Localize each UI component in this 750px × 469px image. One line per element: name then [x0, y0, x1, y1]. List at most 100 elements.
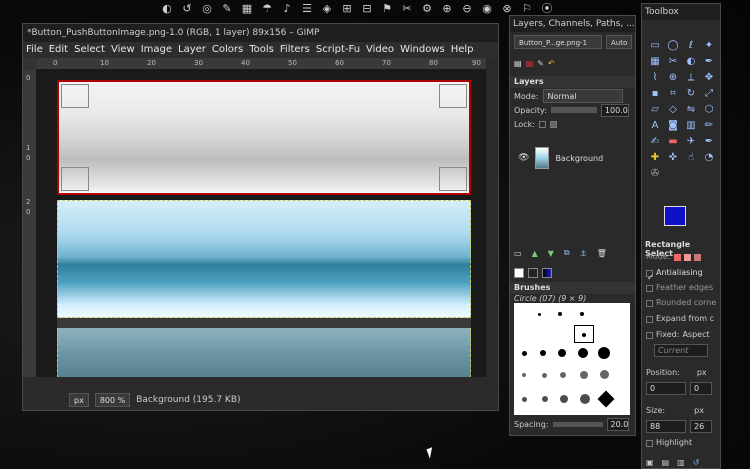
app-icon[interactable]: ▦: [240, 2, 254, 15]
selection-handle[interactable]: [439, 167, 467, 191]
app-icon[interactable]: ♪: [280, 2, 294, 15]
size-w-field[interactable]: 88: [646, 420, 686, 433]
horizontal-scrollbar[interactable]: [37, 377, 486, 387]
paths-tab-icon[interactable]: ✎: [537, 59, 544, 68]
expand-checkbox[interactable]: [646, 315, 653, 323]
image-select[interactable]: Button_P...ge.png-1: [514, 35, 602, 49]
app-icon[interactable]: ⊗: [500, 2, 514, 15]
lower-layer-icon[interactable]: ▼: [548, 249, 554, 258]
mode-subtract-icon[interactable]: [693, 253, 701, 261]
new-layer-icon[interactable]: ▭: [514, 249, 522, 258]
eye-icon[interactable]: 👁: [518, 153, 529, 163]
image-content[interactable]: [53, 78, 473, 377]
anchor-layer-icon[interactable]: ⚓: [580, 249, 587, 258]
vertical-scrollbar[interactable]: [486, 70, 498, 377]
save-options-icon[interactable]: ▣: [646, 458, 654, 467]
text-icon[interactable]: A: [646, 118, 664, 134]
bucket-fill-icon[interactable]: ◙: [664, 118, 682, 134]
opacity-value[interactable]: 100.0: [600, 103, 629, 117]
undo-tab-icon[interactable]: ↶: [548, 59, 555, 68]
menu-layer[interactable]: Layer: [175, 42, 209, 58]
selection-handle[interactable]: [61, 84, 89, 108]
selection-handle[interactable]: [439, 84, 467, 108]
delete-layer-icon[interactable]: 🗑: [597, 249, 607, 258]
restore-options-icon[interactable]: ▤: [662, 458, 670, 467]
color-select-icon[interactable]: ▦: [646, 54, 664, 70]
zoom-select[interactable]: 800 %: [94, 392, 131, 407]
foreground-color-swatch[interactable]: [664, 206, 686, 226]
fixed-checkbox[interactable]: [646, 331, 653, 339]
smudge-icon[interactable]: ☝: [682, 150, 700, 166]
horizontal-ruler[interactable]: 0 10 20 30 40 50 60 70 80 90: [37, 58, 486, 70]
rect-select-icon[interactable]: ▭: [646, 38, 664, 54]
raise-layer-icon[interactable]: ▲: [532, 249, 538, 258]
app-icon[interactable]: ⊟: [360, 2, 374, 15]
duplicate-layer-icon[interactable]: ⧉: [564, 248, 570, 258]
color-picker-icon[interactable]: ⌇: [646, 70, 664, 86]
mode-replace-icon[interactable]: [673, 253, 681, 261]
size-unit[interactable]: px: [694, 404, 704, 418]
position-unit[interactable]: px: [697, 366, 707, 380]
app-icon[interactable]: ⚐: [520, 2, 534, 15]
menu-file[interactable]: File: [23, 42, 46, 58]
heal-icon[interactable]: ✜: [664, 150, 682, 166]
antialiasing-checkbox[interactable]: ✓: [646, 269, 654, 282]
zoom-icon[interactable]: ⊕: [664, 70, 682, 86]
app-icon[interactable]: ⊖: [460, 2, 474, 15]
image-canvas[interactable]: [37, 70, 486, 377]
app-icon[interactable]: ☂: [260, 2, 274, 15]
paths-icon[interactable]: ✒: [700, 54, 718, 70]
opacity-slider[interactable]: [550, 107, 597, 113]
brush-grid[interactable]: [514, 303, 630, 415]
app-icon[interactable]: ✂: [400, 2, 414, 15]
shear-icon[interactable]: ▱: [646, 102, 664, 118]
eraser-icon[interactable]: ▬: [664, 134, 682, 150]
app-icon[interactable]: ◐: [160, 2, 174, 15]
brushes-tab-icon[interactable]: [514, 268, 524, 278]
spacing-value[interactable]: 20.0: [606, 417, 629, 431]
position-x-field[interactable]: 0: [646, 382, 686, 395]
position-y-field[interactable]: 0: [690, 382, 712, 395]
patterns-tab-icon[interactable]: [528, 268, 538, 278]
reset-options-icon[interactable]: ↺: [693, 458, 700, 467]
lock-alpha-checkbox[interactable]: [549, 120, 557, 128]
cage-icon[interactable]: ⬡: [700, 102, 718, 118]
feather-checkbox[interactable]: [646, 284, 653, 292]
foreground-select-icon[interactable]: ◐: [682, 54, 700, 70]
dodge-burn-icon[interactable]: ◔: [700, 150, 718, 166]
pencil-icon[interactable]: ✏: [700, 118, 718, 134]
mode-select[interactable]: Normal: [542, 89, 623, 103]
highlight-checkbox[interactable]: [646, 439, 653, 447]
menu-edit[interactable]: Edit: [46, 42, 71, 58]
menu-image[interactable]: Image: [138, 42, 175, 58]
auto-button[interactable]: Auto: [606, 35, 633, 49]
gradients-tab-icon[interactable]: [542, 268, 552, 278]
layer-row-background[interactable]: 👁 Background: [518, 144, 630, 172]
scale-icon[interactable]: ⤢: [700, 86, 718, 102]
delete-options-icon[interactable]: ▥: [677, 458, 685, 467]
menu-video[interactable]: Video: [363, 42, 397, 58]
app-icon[interactable]: ⦿: [540, 2, 554, 15]
aspect-value-field[interactable]: Current: [654, 344, 708, 357]
selection-handle[interactable]: [61, 167, 89, 191]
free-select-icon[interactable]: ℓ: [682, 38, 700, 54]
lock-pixels-checkbox[interactable]: [538, 120, 546, 128]
menu-help[interactable]: Help: [448, 42, 477, 58]
layers-tab-icon[interactable]: ▤: [514, 59, 522, 68]
gegl-icon[interactable]: ✇: [646, 166, 664, 182]
unit-select[interactable]: px: [69, 392, 89, 407]
app-icon[interactable]: ⚑: [380, 2, 394, 15]
rotate-icon[interactable]: ↻: [682, 86, 700, 102]
aspect-select[interactable]: Aspect: [682, 328, 709, 342]
menu-select[interactable]: Select: [71, 42, 108, 58]
move-icon[interactable]: ✥: [700, 70, 718, 86]
rounded-checkbox[interactable]: [646, 299, 653, 307]
menu-tools[interactable]: Tools: [246, 42, 277, 58]
ink-icon[interactable]: ✒: [700, 134, 718, 150]
mode-add-icon[interactable]: [683, 253, 691, 261]
fuzzy-select-icon[interactable]: ✦: [700, 38, 718, 54]
flip-icon[interactable]: ⇋: [682, 102, 700, 118]
blend-icon[interactable]: ▥: [682, 118, 700, 134]
app-icon[interactable]: ◈: [320, 2, 334, 15]
app-icon[interactable]: ⚙: [420, 2, 434, 15]
